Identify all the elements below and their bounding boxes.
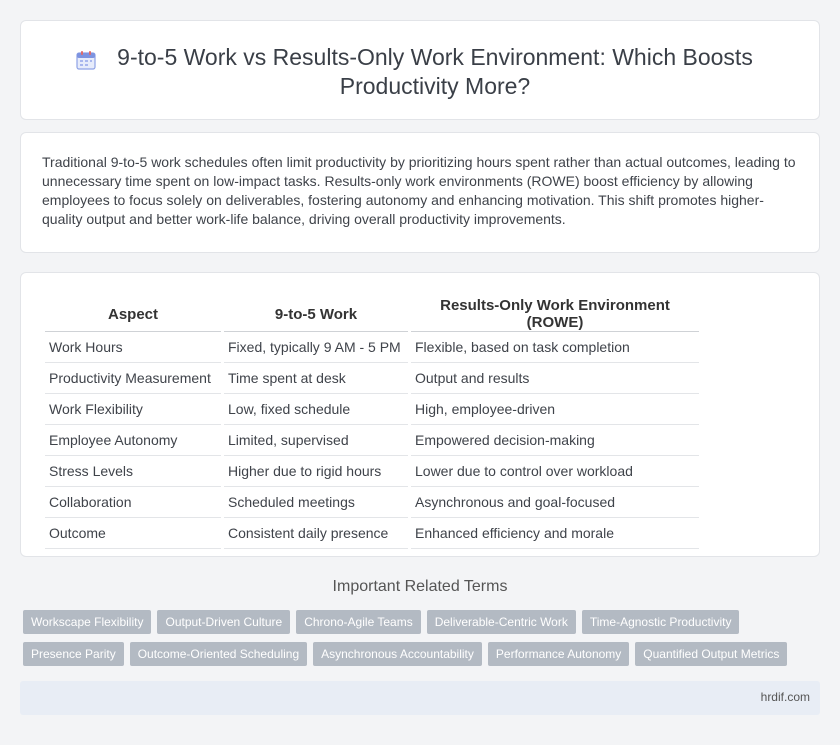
table-cell: Productivity Measurement: [45, 363, 221, 394]
table-cell: Collaboration: [45, 487, 221, 518]
related-term-tag[interactable]: Quantified Output Metrics: [635, 642, 788, 666]
tag-row: Workscape Flexibility Output-Driven Cultu…: [23, 610, 803, 642]
table-header-row: Aspect 9-to-5 Work Results-Only Work Env…: [45, 297, 699, 332]
table-row: Stress Levels Higher due to rigid hours …: [45, 456, 699, 487]
table-cell: Employee Autonomy: [45, 425, 221, 456]
column-header-9-to-5: 9-to-5 Work: [224, 297, 408, 332]
related-term-tag[interactable]: Deliverable-Centric Work: [426, 610, 576, 634]
table-row: Collaboration Scheduled meetings Asynchr…: [45, 487, 699, 518]
table-cell: Asynchronous and goal-focused: [411, 487, 699, 518]
column-header-aspect: Aspect: [45, 297, 221, 332]
table-cell: Fixed, typically 9 AM - 5 PM: [224, 332, 408, 363]
related-terms-tags: Workscape Flexibility Output-Driven Cultu…: [23, 610, 803, 674]
table-cell: Time spent at desk: [224, 363, 408, 394]
table-cell: Flexible, based on task completion: [411, 332, 699, 363]
related-term-tag[interactable]: Time-Agnostic Productivity: [581, 610, 740, 634]
table-row: Outcome Consistent daily presence Enhanc…: [45, 518, 699, 549]
related-term-tag[interactable]: Workscape Flexibility: [23, 610, 152, 634]
table-row: Productivity Measurement Time spent at d…: [45, 363, 699, 394]
table-cell: Empowered decision-making: [411, 425, 699, 456]
table-cell: Work Flexibility: [45, 394, 221, 425]
title-card: 9-to-5 Work vs Results-Only Work Environ…: [20, 20, 820, 120]
table-cell: Low, fixed schedule: [224, 394, 408, 425]
related-term-tag[interactable]: Outcome-Oriented Scheduling: [129, 642, 308, 666]
related-terms-heading: Important Related Terms: [332, 578, 508, 595]
page-title: 9-to-5 Work vs Results-Only Work Environ…: [117, 44, 753, 99]
comparison-table: Aspect 9-to-5 Work Results-Only Work Env…: [42, 297, 702, 549]
table-cell: Higher due to rigid hours: [224, 456, 408, 487]
related-term-tag[interactable]: Asynchronous Accountability: [313, 642, 482, 666]
table-cell: Scheduled meetings: [224, 487, 408, 518]
table-row: Work Flexibility Low, fixed schedule Hig…: [45, 394, 699, 425]
table-cell: Outcome: [45, 518, 221, 549]
table-cell: High, employee-driven: [411, 394, 699, 425]
table-row: Work Hours Fixed, typically 9 AM - 5 PM …: [45, 332, 699, 363]
table-row: Employee Autonomy Limited, supervised Em…: [45, 425, 699, 456]
footer-site-link[interactable]: hrdif.com: [761, 690, 810, 704]
table-cell: Lower due to control over workload: [411, 456, 699, 487]
comparison-card: Aspect 9-to-5 Work Results-Only Work Env…: [20, 272, 820, 557]
table-cell: Enhanced efficiency and morale: [411, 518, 699, 549]
related-term-tag[interactable]: Output-Driven Culture: [157, 610, 291, 634]
intro-paragraph: Traditional 9-to-5 work schedules often …: [42, 154, 796, 227]
table-cell: Limited, supervised: [224, 425, 408, 456]
table-cell: Consistent daily presence: [224, 518, 408, 549]
table-cell: Stress Levels: [45, 456, 221, 487]
intro-card: Traditional 9-to-5 work schedules often …: [20, 132, 820, 253]
related-term-tag[interactable]: Presence Parity: [23, 642, 124, 666]
footer-bar: hrdif.com: [20, 681, 820, 715]
table-cell: Output and results: [411, 363, 699, 394]
related-term-tag[interactable]: Chrono-Agile Teams: [296, 610, 421, 634]
column-header-rowe: Results-Only Work Environment (ROWE): [411, 297, 699, 332]
title-wrap: 9-to-5 Work vs Results-Only Work Environ…: [21, 43, 819, 101]
table-cell: Work Hours: [45, 332, 221, 363]
related-term-tag[interactable]: Performance Autonomy: [487, 642, 630, 666]
calendar-icon: [76, 51, 96, 70]
tag-row: Presence Parity Outcome-Oriented Scheduli…: [23, 642, 803, 674]
